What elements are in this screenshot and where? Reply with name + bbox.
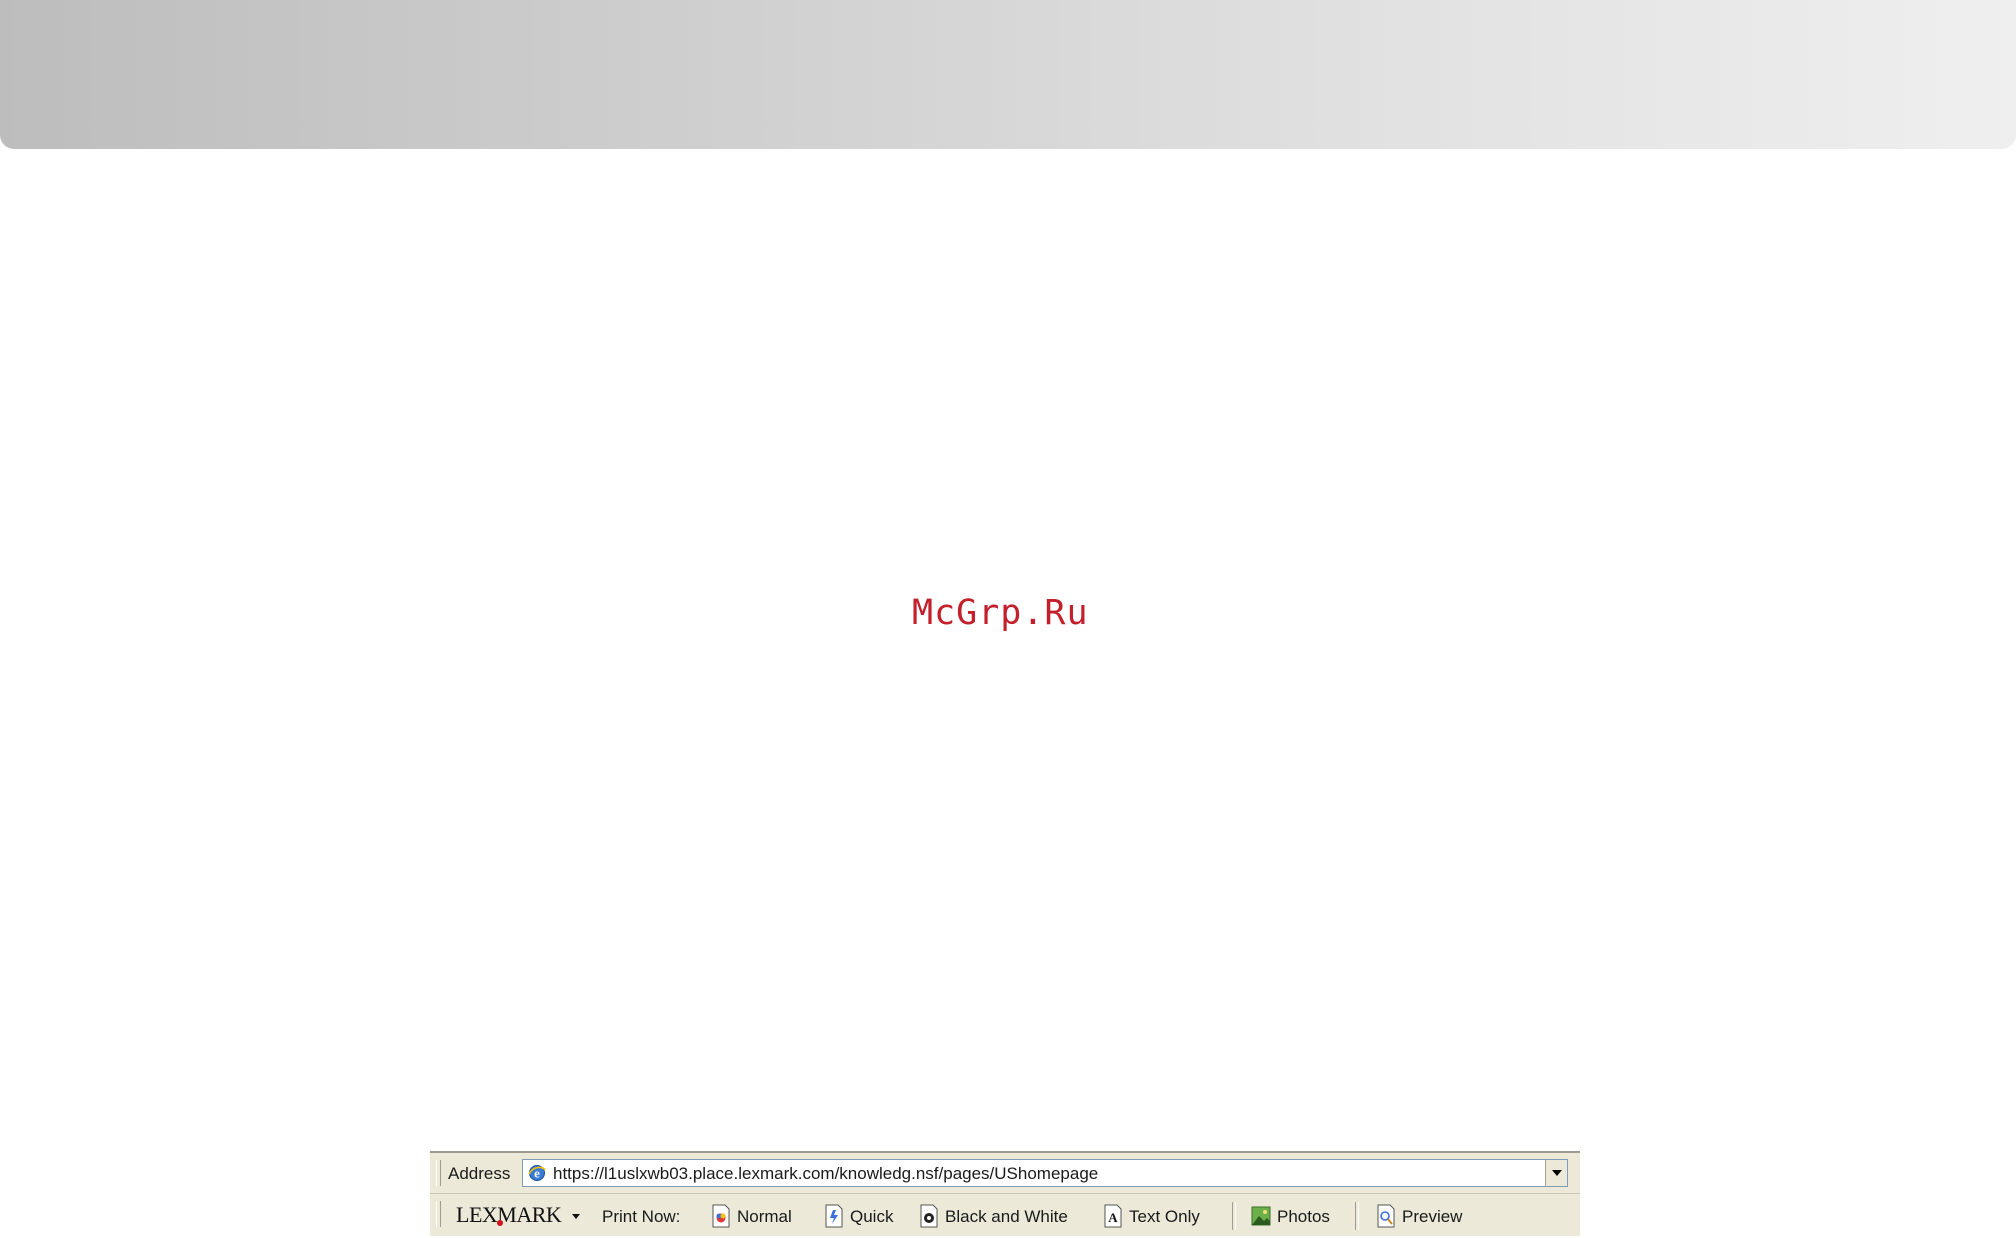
print-text-only-label: Text Only [1129,1207,1200,1226]
text-only-print-icon: A [1104,1204,1122,1228]
watermark-text: McGrp.Ru [912,593,1089,633]
address-dropdown-button[interactable] [1545,1160,1567,1186]
quick-print-icon [825,1204,843,1228]
address-url-text: https://l1uslxwb03.place.lexmark.com/kno… [553,1164,1099,1183]
toolbar-separator [1232,1202,1236,1230]
print-quick-label: Quick [850,1207,894,1226]
lexmark-logo[interactable]: LEXMARK [456,1202,562,1228]
svg-text:A: A [1108,1210,1118,1225]
browser-toolbar-screenshot: Address e https://l1uslxwb03.place.lexma… [430,1151,1580,1236]
lexmark-menu-chevron-down-icon[interactable] [572,1214,580,1219]
chevron-down-icon [1552,1170,1562,1176]
black-white-print-icon [920,1204,938,1228]
photos-print-icon [1251,1206,1271,1226]
toolbar-separator [1355,1202,1359,1230]
normal-print-icon [712,1204,730,1228]
toolbar-grip[interactable] [436,1201,441,1227]
print-preview-label: Preview [1402,1207,1463,1226]
toolbar-grip[interactable] [436,1160,441,1186]
address-input[interactable]: e https://l1uslxwb03.place.lexmark.com/k… [522,1159,1568,1187]
address-label: Address [448,1164,511,1183]
address-bar: Address e https://l1uslxwb03.place.lexma… [430,1153,1580,1194]
lexmark-logo-dot [497,1220,503,1226]
print-normal-label: Normal [737,1207,792,1226]
ie-page-icon: e [528,1165,546,1181]
lexmark-toolbar: LEXMARK Print Now: Normal Quick Black an… [430,1194,1580,1238]
print-photos-label: Photos [1277,1207,1330,1226]
print-now-label: Print Now: [602,1207,681,1226]
preview-icon [1377,1204,1395,1228]
print-black-white-label: Black and White [945,1207,1068,1226]
page-header-band [0,0,2016,149]
